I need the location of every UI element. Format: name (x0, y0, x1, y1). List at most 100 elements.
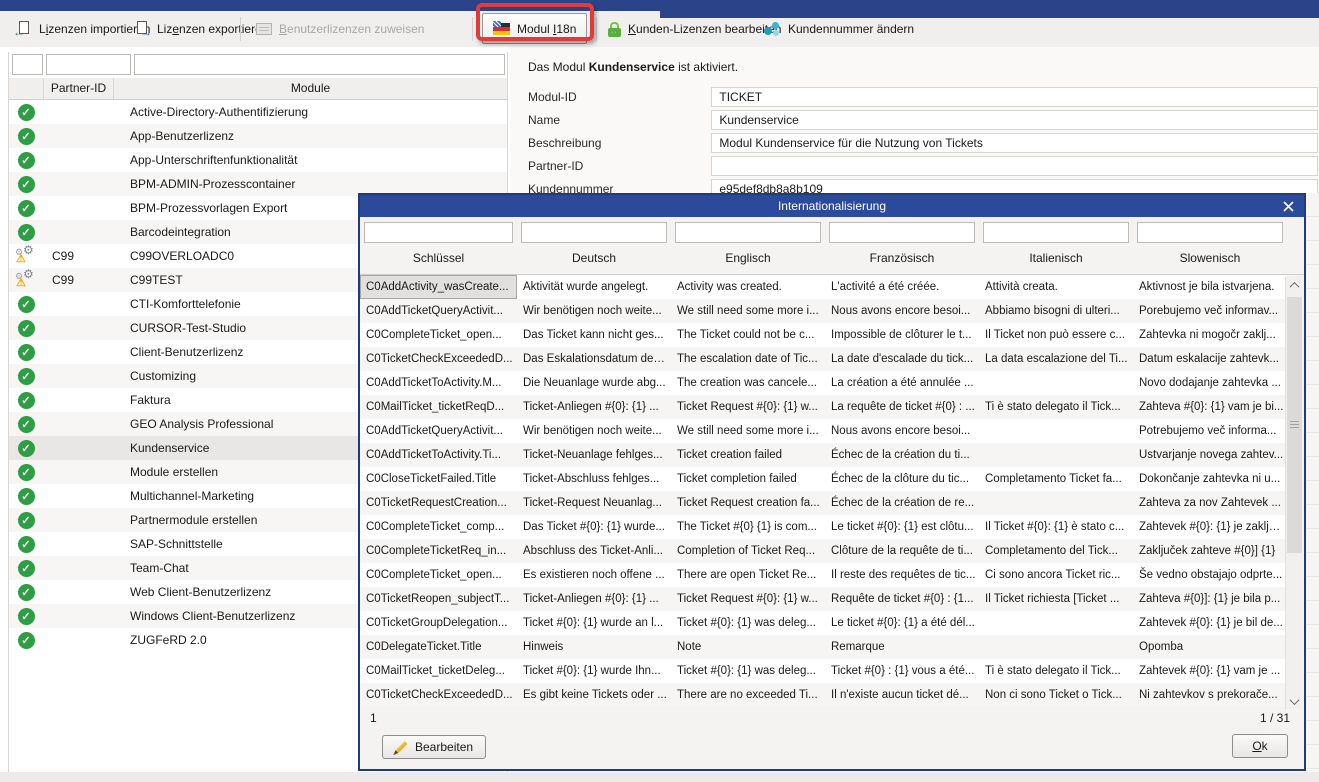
i18n-table-row[interactable]: C0TicketRequestCreation... Ticket-Reques… (360, 491, 1287, 515)
i18n-table-row[interactable]: C0AddTicketToActivity.M... Die Neuanlage… (360, 371, 1287, 395)
cell-englisch[interactable]: Note (671, 635, 825, 659)
cell-italienisch[interactable]: La data escalazione del Ti... (979, 347, 1133, 371)
cell-franzoesisch[interactable]: Le ticket #{0}: {1} a été dél... (825, 611, 979, 635)
cell-schluessel[interactable]: C0CompleteTicketReq_in... (360, 539, 517, 563)
cell-englisch[interactable]: Ticket #{0}: {1} was deleg... (671, 611, 825, 635)
detail-field-input[interactable]: Modul Kundenservice für die Nutzung von … (711, 133, 1318, 153)
cell-franzoesisch[interactable]: Impossible de clôturer le t... (825, 323, 979, 347)
cell-slowenisch[interactable]: Datum eskalacije zahtevk... (1133, 347, 1287, 371)
i18n-table-row[interactable]: C0CompleteTicketReq_in... Abschluss des … (360, 539, 1287, 563)
cell-deutsch[interactable]: Es existieren noch offene ... (517, 563, 671, 587)
cell-englisch[interactable]: There are open Ticket Re... (671, 563, 825, 587)
module-filter-input[interactable] (134, 54, 505, 75)
cell-schluessel[interactable]: C0AddTicketQueryActivit... (360, 419, 517, 443)
module-name-cell[interactable]: App-Unterschriftenfunktionalität (113, 153, 507, 167)
module-column-header[interactable]: Module (113, 78, 507, 99)
cell-deutsch[interactable]: Das Ticket #{0}: {1} wurde... (517, 515, 671, 539)
cell-italienisch[interactable]: Ti è stato delegato il Tick... (979, 395, 1133, 419)
cell-deutsch[interactable]: Ticket #{0}: {1} wurde Ihn... (517, 659, 671, 683)
cell-deutsch[interactable]: Ticket #{0}: {1} wurde an l... (517, 611, 671, 635)
column-filter-input[interactable] (829, 222, 975, 243)
i18n-table-row[interactable]: C0AddTicketQueryActivit... Wir benötigen… (360, 299, 1287, 323)
module-row[interactable]: ✓ ⚙⚙⚠ App-Benutzerlizenz (9, 124, 507, 148)
cell-slowenisch[interactable]: Še vedno obstajajo odprte... (1133, 563, 1287, 587)
cell-schluessel[interactable]: C0TicketReopen_subjectT... (360, 587, 517, 611)
cell-franzoesisch[interactable]: Échec de la création du ti... (825, 443, 979, 467)
cell-englisch[interactable]: Ticket Request creation fa... (671, 491, 825, 515)
status-column-header[interactable] (9, 78, 43, 99)
cell-deutsch[interactable]: Ticket-Request Neuanlag... (517, 491, 671, 515)
cell-italienisch[interactable] (979, 419, 1133, 443)
cell-italienisch[interactable] (979, 635, 1133, 659)
cell-englisch[interactable]: Ticket creation failed (671, 443, 825, 467)
column-header-label[interactable]: Deutsch (517, 251, 671, 265)
cell-deutsch[interactable]: Ticket-Anliegen #{0}: {1} ... (517, 587, 671, 611)
cell-franzoesisch[interactable]: Échec de la création de re... (825, 491, 979, 515)
cell-franzoesisch[interactable]: La création a été annulée ... (825, 371, 979, 395)
close-icon[interactable] (1276, 195, 1300, 217)
change-customer-number-button[interactable]: Kundennummer ändern (758, 15, 920, 43)
cell-schluessel[interactable]: C0MailTicket_ticketReqD... (360, 395, 517, 419)
cell-italienisch[interactable] (979, 371, 1133, 395)
cell-schluessel[interactable]: C0TicketGroupDelegation... (360, 611, 517, 635)
i18n-table-row[interactable]: C0TicketGroupDelegation... Ticket #{0}: … (360, 611, 1287, 635)
cell-slowenisch[interactable]: Potrebujemo več informa... (1133, 419, 1287, 443)
cell-englisch[interactable]: Ticket Request #{0}: {1} w... (671, 395, 825, 419)
cell-italienisch[interactable]: Ci sono ancora Ticket ric... (979, 563, 1133, 587)
cell-englisch[interactable]: Completion of Ticket Req... (671, 539, 825, 563)
cell-slowenisch[interactable]: Zahtevek #{0}: {1} vam je ... (1133, 659, 1287, 683)
cell-slowenisch[interactable]: Zahtevka ni mogočr zaklj... (1133, 323, 1287, 347)
cell-schluessel[interactable]: C0TicketCheckExceededD... (360, 683, 517, 707)
cell-schluessel[interactable]: C0MailTicket_ticketDeleg... (360, 659, 517, 683)
detail-field-input[interactable]: Kundenservice (711, 110, 1318, 130)
column-header-label[interactable]: Italienisch (979, 251, 1133, 265)
cell-deutsch[interactable]: Aktivität wurde angelegt. (517, 275, 671, 299)
cell-deutsch[interactable]: Das Eskalationsdatum des... (517, 347, 671, 371)
dialog-titlebar[interactable]: Internationalisierung (360, 195, 1304, 217)
column-filter-input[interactable] (675, 222, 821, 243)
i18n-table-row[interactable]: C0CompleteTicket_open... Das Ticket kann… (360, 323, 1287, 347)
detail-field-input[interactable] (711, 156, 1318, 176)
cell-franzoesisch[interactable]: La requête de ticket #{0} : ... (825, 395, 979, 419)
cell-franzoesisch[interactable]: Le ticket #{0}: {1} est clôtu... (825, 515, 979, 539)
column-filter-input[interactable] (983, 222, 1129, 243)
i18n-table-row[interactable]: C0CompleteTicket_comp... Das Ticket #{0}… (360, 515, 1287, 539)
cell-slowenisch[interactable]: Porebujemo več informav... (1133, 299, 1287, 323)
cell-franzoesisch[interactable]: Ticket #{0} : {1} vous a été... (825, 659, 979, 683)
column-header-label[interactable]: Slowenisch (1133, 251, 1287, 265)
cell-franzoesisch[interactable]: Échec de la clôture du tic... (825, 467, 979, 491)
cell-slowenisch[interactable]: Zahtevek #{0}: {1} je bil de... (1133, 611, 1287, 635)
bearbeiten-button[interactable]: Bearbeiten (382, 735, 486, 759)
cell-italienisch[interactable] (979, 443, 1133, 467)
cell-deutsch[interactable]: Wir benötigen noch weite... (517, 299, 671, 323)
cell-schluessel[interactable]: C0AddActivity_wasCreate... (360, 275, 517, 299)
module-row[interactable]: ✓ ⚙⚙⚠ App-Unterschriftenfunktionalität (9, 148, 507, 172)
cell-englisch[interactable]: There are no exceeded Ti... (671, 683, 825, 707)
cell-englisch[interactable]: Ticket #{0}: {1} was deleg... (671, 659, 825, 683)
i18n-table-row[interactable]: C0MailTicket_ticketDeleg... Ticket #{0}:… (360, 659, 1287, 683)
cell-italienisch[interactable] (979, 491, 1133, 515)
cell-slowenisch[interactable]: Dokončanje zahtevka ni u... (1133, 467, 1287, 491)
cell-italienisch[interactable]: Non ci sono Ticket o Tick... (979, 683, 1133, 707)
i18n-table-row[interactable]: C0DelegateTicket.Title Hinweis Note Rema… (360, 635, 1287, 659)
module-name-cell[interactable]: App-Benutzerlizenz (113, 129, 507, 143)
scroll-down-icon[interactable] (1286, 693, 1303, 709)
cell-slowenisch[interactable]: Ustvarjanje novega zahtev... (1133, 443, 1287, 467)
module-i18n-button[interactable]: Modul I18n (482, 13, 587, 44)
cell-slowenisch[interactable]: Novo dodajanje zahtevka ... (1133, 371, 1287, 395)
cell-slowenisch[interactable]: Zaključek zahteve #{0}] {1} (1133, 539, 1287, 563)
module-status-filter-input[interactable] (12, 54, 43, 75)
i18n-table-row[interactable]: C0TicketCheckExceededD... Das Eskalation… (360, 347, 1287, 371)
cell-franzoesisch[interactable]: Il n'existe aucun ticket dé... (825, 683, 979, 707)
cell-deutsch[interactable]: Ticket-Abschluss fehlges... (517, 467, 671, 491)
cell-slowenisch[interactable]: Opomba (1133, 635, 1287, 659)
vertical-scrollbar[interactable] (1285, 277, 1302, 709)
column-header-label[interactable]: Schlüssel (360, 251, 517, 265)
cell-schluessel[interactable]: C0DelegateTicket.Title (360, 635, 517, 659)
cell-englisch[interactable]: The Ticket #{0} {1} is com... (671, 515, 825, 539)
cell-slowenisch[interactable]: Ni zahtevkov s prekorače... (1133, 683, 1287, 707)
cell-italienisch[interactable]: Completamento Ticket fa... (979, 467, 1133, 491)
column-filter-input[interactable] (521, 222, 667, 243)
cell-italienisch[interactable]: Ti è stato delegato il Tick... (979, 659, 1133, 683)
i18n-table-row[interactable]: C0CloseTicketFailed.Title Ticket-Abschlu… (360, 467, 1287, 491)
